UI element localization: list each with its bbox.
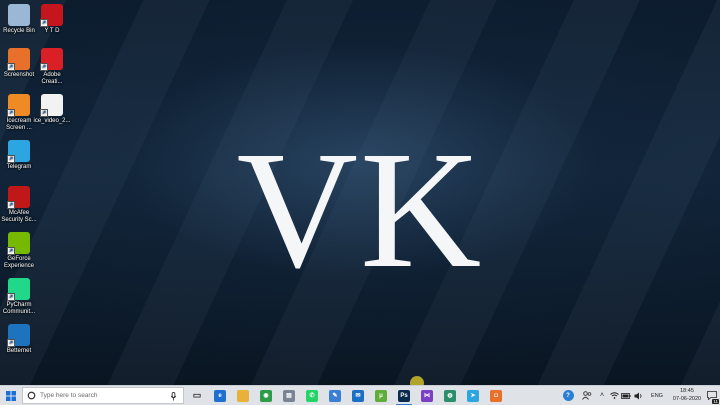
microphone-icon[interactable]: [170, 392, 177, 401]
mcafee-icon: ↗: [7, 186, 30, 209]
screenshot-icon: ◘: [490, 389, 502, 402]
taskbar-app-visual-studio[interactable]: ⋈: [416, 386, 438, 405]
desktop-icon[interactable]: ↗ Betternet: [0, 324, 38, 355]
language-label: ENG: [651, 392, 663, 399]
visual-studio-icon: ⋈: [421, 389, 433, 402]
shortcut-arrow-icon: ↗: [40, 63, 48, 71]
people-glyph-icon: [582, 391, 592, 400]
network-icon[interactable]: [608, 386, 620, 405]
shortcut-arrow-icon: ↗: [40, 19, 48, 27]
taskbar-app-task-view[interactable]: ▭: [186, 386, 208, 405]
telegram-icon: ↗: [7, 140, 30, 163]
desktop-icon[interactable]: ↗ Telegram: [0, 140, 38, 171]
taskbar-app-chrome[interactable]: ◉: [255, 386, 277, 405]
notes-icon: ✎: [329, 389, 341, 402]
start-button[interactable]: [0, 386, 22, 405]
desktop-icon[interactable]: ↗ PyCharm Communit...: [0, 278, 38, 316]
folder-icon: [237, 389, 249, 402]
pycharm-icon: ↗: [7, 278, 30, 301]
language-indicator[interactable]: ENG: [646, 386, 668, 405]
action-center-button[interactable]: 11: [703, 386, 720, 405]
search-input[interactable]: [36, 392, 160, 399]
volume-icon[interactable]: [632, 386, 644, 405]
desktop-icon[interactable]: ↗ McAfee Security Sc...: [0, 186, 38, 224]
wifi-icon: [609, 392, 619, 399]
taskbar-app-file-explorer[interactable]: [232, 386, 254, 405]
clock-date: 07-06-2020: [672, 396, 702, 402]
taskbar-app-mail[interactable]: ✉: [347, 386, 369, 405]
speaker-icon: [634, 392, 641, 399]
screenshot-icon: ↗: [7, 48, 30, 71]
desktop: VK Recycle Bin ↗ Y T D ↗ Screenshot ↗ Adobe Cr…: [0, 0, 720, 390]
desktop-icon[interactable]: ↗ Adobe Creati...: [33, 48, 71, 86]
utorrent-icon: μ: [375, 389, 387, 402]
globe-icon: ◍: [444, 389, 456, 402]
shortcut-arrow-icon: ↗: [7, 247, 15, 255]
shortcut-arrow-icon: ↗: [7, 155, 15, 163]
desktop-icon-label: Betternet: [6, 348, 32, 354]
battery-glyph-icon: [621, 392, 631, 399]
clock[interactable]: 18:45 07-06-2020: [672, 387, 702, 403]
desktop-icon-label: Telegram: [6, 164, 32, 170]
help-icon[interactable]: ?: [560, 386, 576, 405]
edge-icon: e: [214, 389, 226, 402]
task-view-icon: ▭: [192, 390, 202, 400]
desktop-icon-label: Y T D: [44, 28, 60, 34]
icecream-recorder-icon: ↗: [7, 94, 30, 117]
shortcut-arrow-icon: ↗: [7, 339, 15, 347]
windows-logo-icon: [6, 390, 16, 401]
taskbar-app-torrent[interactable]: μ: [370, 386, 392, 405]
geforce-icon: ↗: [7, 232, 30, 255]
ytd-downloader-icon: ↗: [40, 4, 63, 27]
taskbar-app-edge[interactable]: e: [209, 386, 231, 405]
recycle-bin-icon: [8, 4, 30, 26]
taskbar-app-telegram[interactable]: ➤: [462, 386, 484, 405]
whatsapp-icon: ✆: [306, 389, 318, 402]
desktop-icon[interactable]: ↗ GeForce Experience: [0, 232, 38, 270]
taskbar: ▭ e ◉ ▤ ✆ ✎ ✉ μ Ps ⋈ ◍ ➤ ◘ ? ˄ ENG 18:45: [0, 385, 720, 405]
desktop-icon[interactable]: ↗ Y T D: [33, 4, 71, 35]
video-file-icon: ↗: [40, 94, 63, 117]
desktop-icon[interactable]: ↗ ice_video_2...: [33, 94, 71, 125]
shortcut-arrow-icon: ↗: [7, 201, 15, 209]
taskbar-app-photoshop[interactable]: Ps: [393, 386, 415, 405]
search-box[interactable]: [22, 387, 184, 404]
files-icon: ▤: [283, 389, 295, 402]
photoshop-icon: Ps: [398, 389, 410, 402]
taskbar-app-browser[interactable]: ◍: [439, 386, 461, 405]
betternet-icon: ↗: [7, 324, 30, 347]
wallpaper-text: VK: [236, 117, 484, 303]
desktop-icon-label: GeForce Experience: [3, 256, 35, 269]
telegram-icon: ➤: [467, 389, 479, 402]
shortcut-arrow-icon: ↗: [7, 109, 15, 117]
desktop-icon-label: PyCharm Communit...: [2, 302, 36, 315]
desktop-icon-label: ice_video_2...: [33, 118, 71, 124]
battery-icon[interactable]: [620, 386, 632, 405]
chevron-up-icon[interactable]: ˄: [596, 386, 608, 405]
people-icon[interactable]: [580, 386, 594, 405]
shortcut-arrow-icon: ↗: [7, 63, 15, 71]
taskbar-app-whatsapp[interactable]: ✆: [301, 386, 323, 405]
adobe-creative-cloud-icon: ↗: [40, 48, 63, 71]
desktop-icon-label: McAfee Security Sc...: [1, 210, 37, 223]
taskbar-app-file-manager[interactable]: ▤: [278, 386, 300, 405]
clock-time: 18:45: [680, 388, 694, 394]
taskbar-app-notes[interactable]: ✎: [324, 386, 346, 405]
desktop-icon-label: Adobe Creati...: [41, 72, 63, 85]
chrome-icon: ◉: [260, 389, 272, 402]
shortcut-arrow-icon: ↗: [40, 109, 48, 117]
cortana-icon: [27, 391, 36, 400]
shortcut-arrow-icon: ↗: [7, 293, 15, 301]
taskbar-app-screenshot[interactable]: ◘: [485, 386, 507, 405]
notification-count: 11: [712, 399, 719, 404]
mail-icon: ✉: [352, 389, 364, 402]
